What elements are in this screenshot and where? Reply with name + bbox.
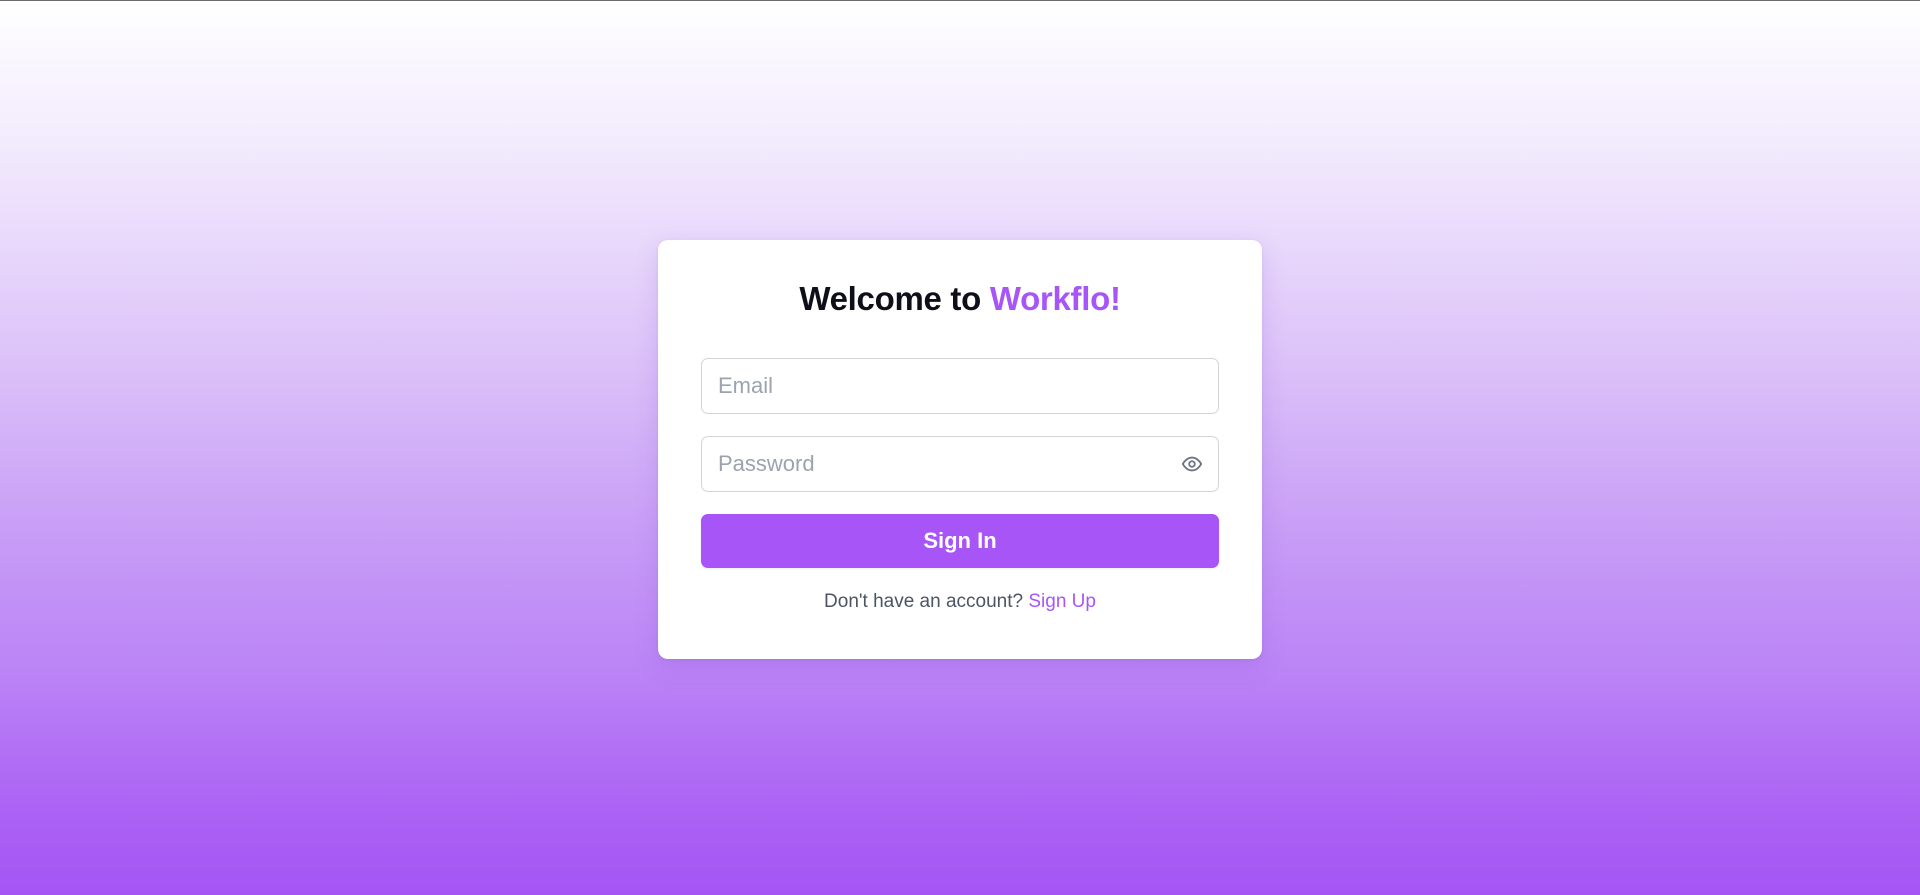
- login-card: Welcome to Workflo! Sign In Don't have a…: [658, 240, 1262, 659]
- top-border: [0, 0, 1920, 1]
- show-password-toggle[interactable]: [1179, 451, 1205, 477]
- page-title: Welcome to Workflo!: [658, 282, 1262, 315]
- sign-up-link[interactable]: Sign Up: [1028, 591, 1096, 612]
- signup-prompt-text: Don't have an account?: [824, 591, 1029, 612]
- sign-in-button[interactable]: Sign In: [701, 514, 1219, 568]
- email-field[interactable]: [702, 359, 1218, 413]
- email-field-wrapper: [701, 358, 1219, 414]
- signup-prompt: Don't have an account? Sign Up: [658, 590, 1262, 615]
- eye-icon: [1181, 456, 1203, 472]
- brand-name: Workflo!: [989, 280, 1121, 317]
- title-prefix: Welcome to: [799, 280, 990, 317]
- password-field-wrapper: [701, 436, 1219, 492]
- password-field[interactable]: [702, 437, 1218, 491]
